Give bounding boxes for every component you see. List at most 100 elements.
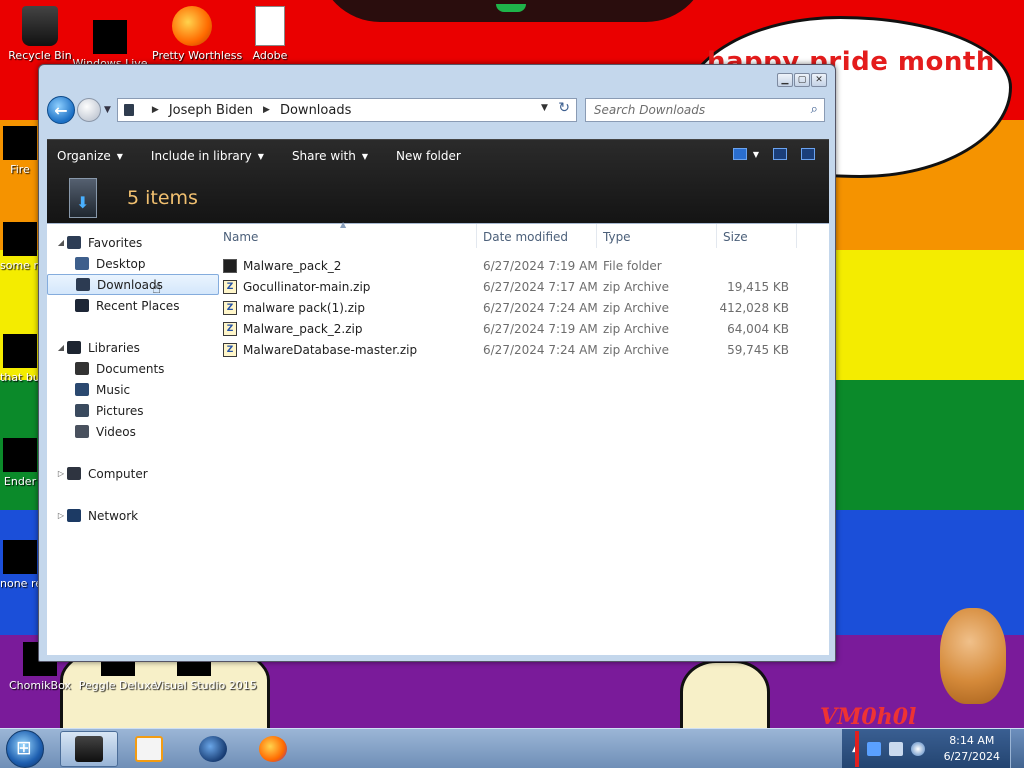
nav-downloads[interactable]: Downloads ☝ [47,274,219,297]
nav-pictures[interactable]: Pictures [47,400,217,421]
chevron-down-icon: ▼ [116,151,123,161]
show-desktop-button[interactable] [1010,729,1024,768]
taskbar-firefox[interactable] [244,731,302,767]
column-divider[interactable] [796,224,797,248]
column-date-modified[interactable]: Date modified [483,230,568,244]
file-row[interactable]: Z malware pack(1).zip 6/27/2024 7:24 AM … [217,298,829,319]
file-type: zip Archive [603,343,669,357]
column-divider[interactable] [596,224,597,248]
app-icon [3,540,37,574]
navigation-pane: ◢ Favorites Desktop Downloads ☝ Recent P… [47,224,219,656]
help-icon[interactable] [801,148,815,160]
file-name: MalwareDatabase-master.zip [243,343,418,357]
desktop-icon-label: none retard [0,577,65,590]
search-input[interactable] [593,103,794,117]
nav-label: Videos [96,424,136,439]
include-in-library-button[interactable]: Include in library ▼ [151,149,264,163]
share-with-button[interactable]: Share with ▼ [292,149,368,163]
expand-arrow-icon[interactable]: ▷ [55,469,67,478]
address-dropdown-icon[interactable]: ▼ [541,103,548,113]
column-divider[interactable] [476,224,477,248]
firefox-icon [259,736,287,762]
chevron-right-icon[interactable]: ▶ [152,105,159,115]
nav-documents[interactable]: Documents [47,358,217,379]
nav-network[interactable]: ▷ Network [47,505,217,526]
taskbar-media-player[interactable] [120,731,178,767]
desktop-icon-recycle-bin[interactable]: Recycle Bin [0,6,80,62]
expand-arrow-icon[interactable]: ◢ [55,238,67,247]
desktop-icon-pretty-worthless[interactable]: Pretty Worthless [152,6,242,62]
file-date: 6/27/2024 7:24 AM [483,301,598,315]
app-icon [3,126,37,160]
zip-icon: Z [223,343,237,357]
column-size[interactable]: Size [723,230,748,244]
nav-favorites[interactable]: ◢ Favorites [47,232,217,253]
start-button[interactable] [6,730,44,768]
nav-computer[interactable]: ▷ Computer [47,463,217,484]
desktop-icon-none[interactable]: none retard [0,540,65,590]
computer-icon [67,467,81,480]
expand-arrow-icon[interactable]: ◢ [55,343,67,352]
breadcrumb-downloads[interactable]: Downloads [280,103,351,118]
forward-button[interactable] [77,98,101,122]
file-row[interactable]: Z Malware_pack_2.zip 6/27/2024 7:19 AM z… [217,319,829,340]
nav-libraries[interactable]: ◢ Libraries [47,337,217,358]
breadcrumb-user[interactable]: Joseph Biden [169,103,253,118]
music-icon [75,383,89,396]
desktop-icon-fire[interactable]: Fire [0,126,40,176]
clock-time: 8:14 AM [949,734,995,747]
expand-arrow-icon[interactable]: ▷ [55,511,67,520]
nav-label: Pictures [96,403,144,418]
change-view-icon[interactable] [732,148,747,160]
taskbar-globe[interactable] [184,731,242,767]
file-row[interactable]: Malware_pack_2 6/27/2024 7:19 AM File fo… [217,256,829,277]
desktop-icon-that-bu[interactable]: that bu [0,334,40,384]
nav-videos[interactable]: Videos [47,421,217,442]
chevron-right-icon[interactable]: ▶ [263,105,270,115]
chevron-down-icon[interactable]: ▼ [753,150,759,159]
desktop-icon-adobe[interactable]: Adobe [230,6,310,62]
desktop-icon-windows-live[interactable]: Windows Live [70,20,150,70]
back-button[interactable]: ← [47,96,75,124]
desktop-icon-some-ran[interactable]: some ran [0,222,52,272]
bluetooth-icon[interactable] [866,742,881,756]
taskbar-explorer[interactable] [60,731,118,767]
desktop-icon-ender[interactable]: Ender [0,438,40,488]
volume-icon[interactable] [910,742,925,756]
nav-label: Documents [96,361,165,376]
recent-pages-dropdown[interactable]: ▼ [104,105,111,115]
minimize-button[interactable]: ▁ [777,73,793,87]
file-date: 6/27/2024 7:19 AM [483,259,598,273]
file-row[interactable]: Z MalwareDatabase-master.zip 6/27/2024 7… [217,340,829,361]
refresh-icon[interactable]: ↻ [558,100,570,116]
system-tray: ▲ 8:14 AM 6/27/2024 [842,729,1024,768]
nav-music[interactable]: Music [47,379,217,400]
network-tray-icon[interactable] [888,742,903,756]
file-date: 6/27/2024 7:17 AM [483,280,598,294]
wallpaper-figure-right [680,660,770,728]
organize-button[interactable]: Organize ▼ [57,149,123,163]
close-button[interactable]: ✕ [811,73,827,87]
maximize-button[interactable]: ▢ [794,73,810,87]
file-name: Gocullinator-main.zip [243,280,371,294]
column-name[interactable]: Name [223,230,258,244]
nav-label: Desktop [96,256,146,271]
hamster-mascot [940,608,1006,704]
new-folder-button[interactable]: New folder [396,149,461,163]
file-name: malware pack(1).zip [243,301,365,315]
explorer-window: ▁ ▢ ✕ ← ▼ ▶ Joseph Biden ▶ Downloads ▼ ↻… [38,64,836,662]
nav-label: Libraries [88,340,140,355]
nav-label: Recent Places [96,298,180,313]
address-bar[interactable]: ▶ Joseph Biden ▶ Downloads ▼ ↻ [116,98,577,122]
search-icon[interactable]: ⌕ [811,102,818,117]
column-divider[interactable] [716,224,717,248]
clock[interactable]: 8:14 AM 6/27/2024 [944,733,1000,765]
preview-pane-icon[interactable] [773,148,787,160]
column-type[interactable]: Type [603,230,631,244]
search-box[interactable]: ⌕ [584,98,825,122]
pictures-icon [75,404,89,417]
file-type: File folder [603,259,662,273]
nav-recent-places[interactable]: Recent Places [47,295,217,316]
nav-desktop[interactable]: Desktop [47,253,217,274]
file-row[interactable]: Z Gocullinator-main.zip 6/27/2024 7:17 A… [217,277,829,298]
